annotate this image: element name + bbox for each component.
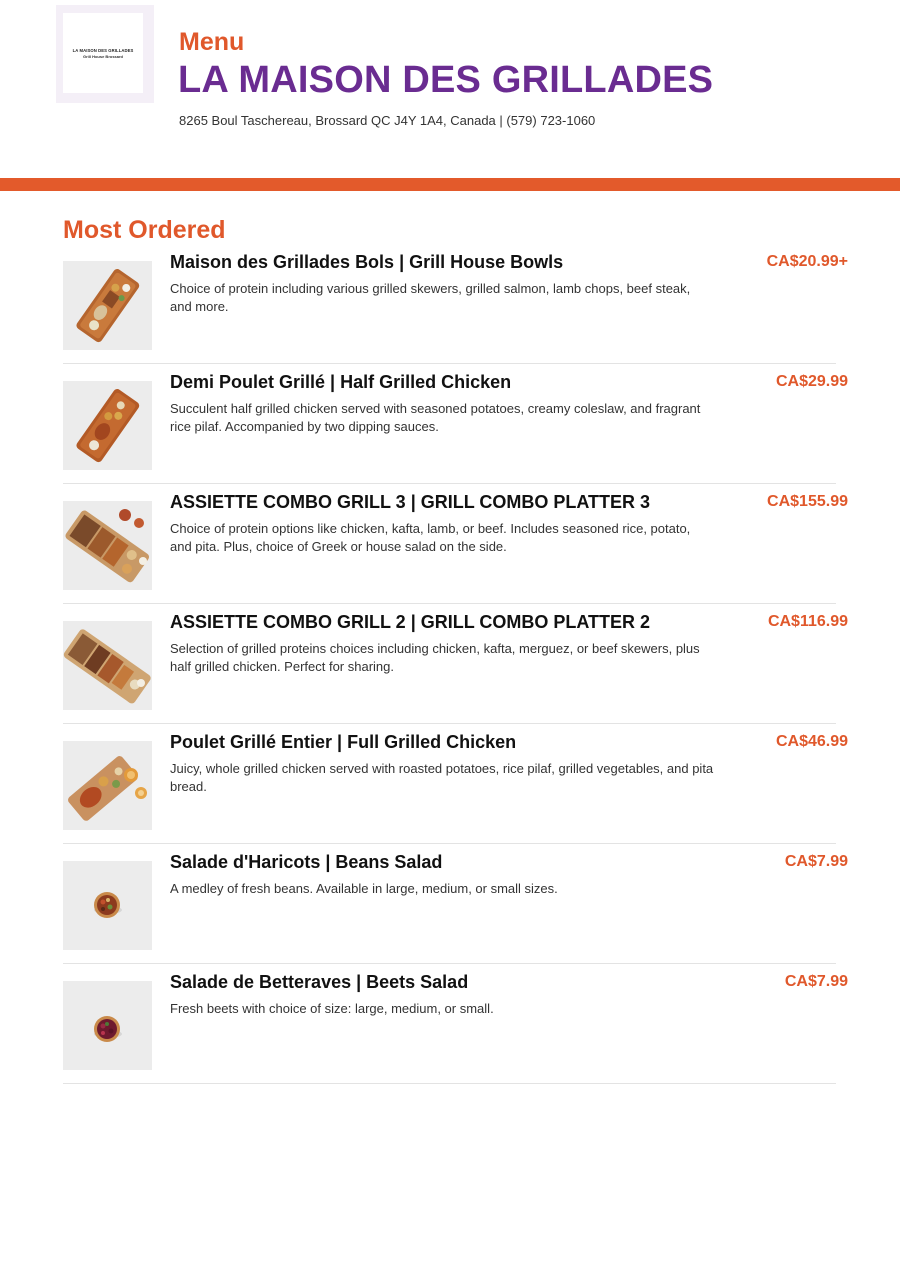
item-description: Fresh beets with choice of size: large, … [170, 1001, 494, 1016]
item-price: CA$155.99 [767, 493, 848, 510]
logo-text-line2: Grill House Brossard [82, 53, 123, 59]
logo-inner: LA MAISON DES GRILLADES Grill House Bros… [63, 13, 143, 93]
item-name: Demi Poulet Grillé | Half Grilled Chicke… [170, 372, 512, 392]
item-name: Maison des Grillades Bols | Grill House … [170, 252, 564, 272]
item-photo [63, 981, 152, 1070]
restaurant-logo: LA MAISON DES GRILLADES Grill House Bros… [56, 5, 154, 103]
menu-item[interactable]: Poulet Grillé Entier | Full Grilled Chic… [63, 731, 848, 844]
item-photo [63, 501, 152, 590]
item-description: Juicy, whole grilled chicken served with… [170, 761, 714, 794]
item-price: CA$46.99 [775, 733, 848, 750]
item-description: A medley of fresh beans. Available in la… [170, 881, 558, 896]
menu-items-list: Maison des Grillades Bols | Grill House … [63, 251, 848, 1091]
item-name: Salade d'Haricots | Beans Salad [170, 852, 443, 872]
item-description: Selection of grilled proteins choices in… [170, 641, 700, 674]
item-photo [63, 741, 152, 830]
restaurant-address: 8265 Boul Taschereau, Brossard QC J4Y 1A… [179, 113, 596, 128]
item-photo [63, 621, 152, 710]
menu-item[interactable]: Maison des Grillades Bols | Grill House … [63, 251, 848, 364]
item-name: Salade de Betteraves | Beets Salad [170, 972, 469, 992]
item-photo [63, 261, 152, 350]
platter-photo-icon [76, 269, 140, 343]
item-price: CA$20.99+ [766, 253, 848, 270]
item-description: Choice of protein options like chicken, … [170, 521, 691, 554]
menu-item[interactable]: ASSIETTE COMBO GRILL 2 | GRILL COMBO PLA… [63, 611, 848, 724]
item-name: Poulet Grillé Entier | Full Grilled Chic… [170, 732, 517, 752]
menu-label: Menu [179, 28, 245, 56]
platter-photo-icon [63, 629, 151, 704]
platter-photo-icon [76, 389, 140, 463]
item-description: Succulent half grilled chicken served wi… [170, 401, 701, 434]
item-price: CA$29.99 [775, 373, 848, 390]
platter-photo-icon [65, 509, 150, 583]
menu-item[interactable]: ASSIETTE COMBO GRILL 3 | GRILL COMBO PLA… [63, 491, 848, 604]
item-price: CA$116.99 [767, 613, 848, 630]
item-price: CA$7.99 [784, 973, 848, 990]
platter-photo-icon [68, 756, 147, 821]
menu-item[interactable]: Salade d'Haricots | Beans Salad A medley… [63, 851, 848, 964]
salad-bowl-photo-icon [94, 892, 122, 918]
menu-item[interactable]: Salade de Betteraves | Beets Salad Fresh… [63, 971, 848, 1084]
item-description: Choice of protein including various gril… [170, 281, 691, 314]
salad-bowl-photo-icon [94, 1016, 122, 1042]
accent-divider [0, 178, 900, 191]
item-price: CA$7.99 [784, 853, 848, 870]
section-title: Most Ordered [63, 216, 226, 244]
item-photo [63, 861, 152, 950]
menu-item[interactable]: Demi Poulet Grillé | Half Grilled Chicke… [63, 371, 848, 484]
item-name: ASSIETTE COMBO GRILL 2 | GRILL COMBO PLA… [170, 612, 651, 632]
item-name: ASSIETTE COMBO GRILL 3 | GRILL COMBO PLA… [170, 492, 651, 512]
restaurant-name: LA MAISON DES GRILLADES [178, 59, 714, 101]
item-photo [63, 381, 152, 470]
